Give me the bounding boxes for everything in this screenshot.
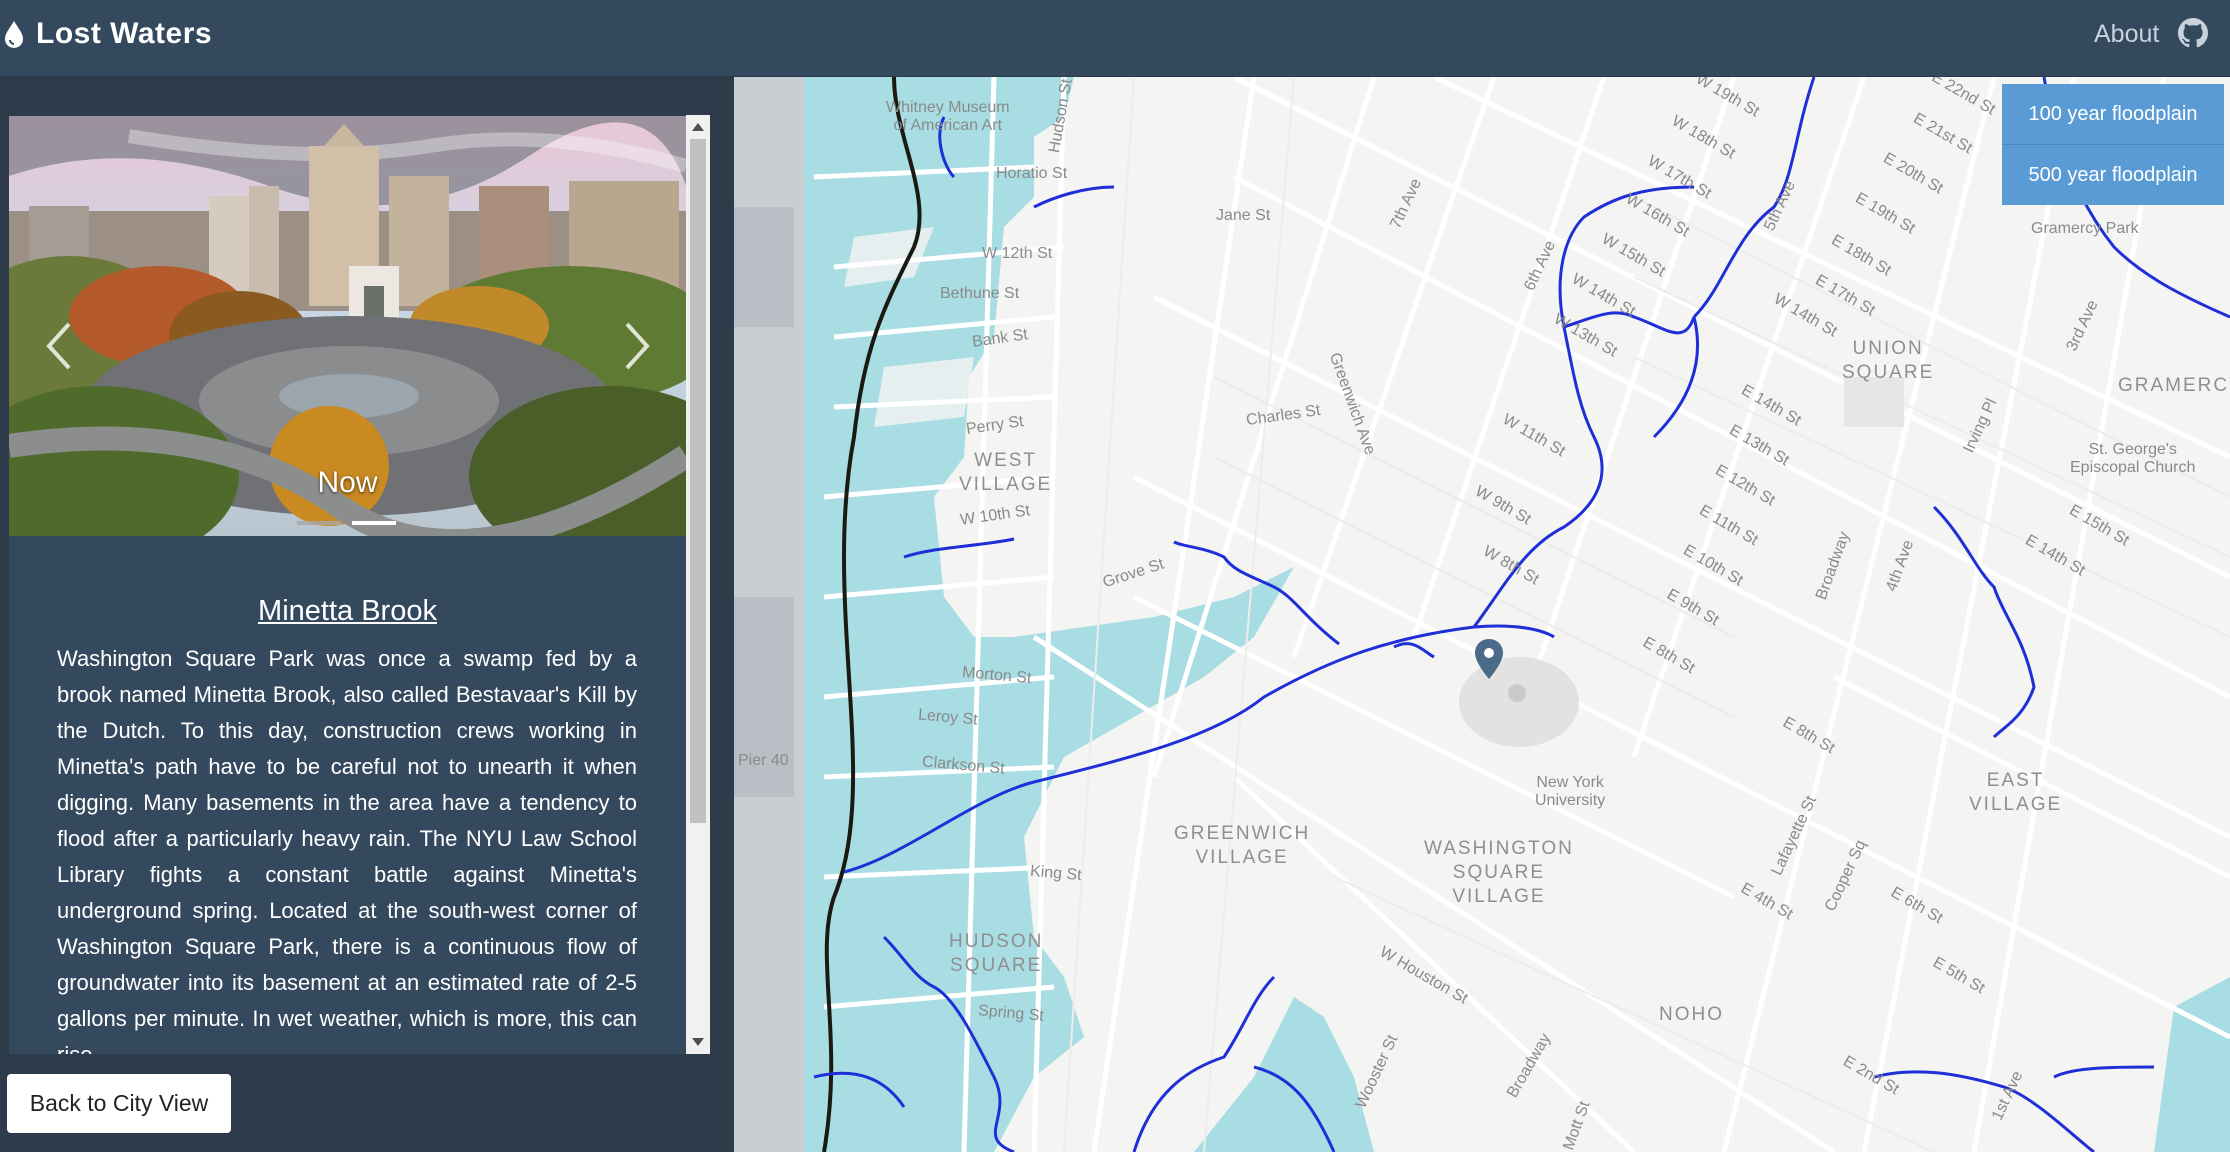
district-washington-square-village: WASHINGTON SQUARE VILLAGE <box>1424 838 1574 907</box>
floodplain-500-button[interactable]: 500 year floodplain <box>2002 145 2224 205</box>
map-marker-icon[interactable] <box>1473 637 1505 681</box>
street-label: Jane St <box>1216 207 1271 224</box>
place-st-george: St. George's Episcopal Church <box>2070 441 2196 476</box>
scroll-up-icon[interactable] <box>686 115 710 139</box>
district-west-village: WEST VILLAGE <box>959 450 1053 495</box>
place-whitney: Whitney Museum of American Art <box>886 99 1010 134</box>
sidebar: Now Minetta Brook Washington Square Park… <box>0 77 734 1152</box>
about-link[interactable]: About <box>2094 20 2159 49</box>
scrollbar-thumb[interactable] <box>690 139 706 823</box>
stream-description: Washington Square Park was once a swamp … <box>57 646 637 1054</box>
navbar: Lost Waters About <box>0 0 2230 77</box>
floodplain-control: 100 year floodplain 500 year floodplain <box>2002 84 2224 205</box>
district-greenwich-village: GREENWICH VILLAGE <box>1174 823 1311 868</box>
github-icon[interactable] <box>2178 18 2208 48</box>
map[interactable]: WEST VILLAGE GREENWICH VILLAGE WASHINGTO… <box>734 77 2230 1152</box>
stream-info-panel: Now Minetta Brook Washington Square Park… <box>9 116 686 1054</box>
street-label: W 12th St <box>982 245 1053 262</box>
place-gramercy-park: Gramercy Park <box>2031 220 2139 237</box>
carousel-prev-icon[interactable] <box>41 316 77 376</box>
scroll-down-icon[interactable] <box>686 1030 710 1054</box>
carousel-next-icon[interactable] <box>619 316 655 376</box>
place-pier-40: Pier 40 <box>738 752 789 769</box>
district-hudson-square: HUDSON SQUARE <box>949 931 1044 976</box>
street-label: Horatio St <box>996 165 1068 182</box>
district-east-village: EAST VILLAGE <box>1969 770 2063 815</box>
app-title: Lost Waters <box>36 17 213 50</box>
water-drop-icon <box>5 21 23 48</box>
district-union-square: UNION SQUARE <box>1842 338 1935 383</box>
place-nyu: New York University <box>1535 774 1606 809</box>
image-carousel[interactable]: Now <box>9 116 686 536</box>
map-canvas <box>734 77 2230 1152</box>
district-noho: NOHO <box>1659 1004 1724 1025</box>
back-to-city-view-button[interactable]: Back to City View <box>7 1074 231 1133</box>
panel-scrollbar[interactable] <box>686 115 710 1054</box>
carousel-caption: Now <box>317 466 378 499</box>
carousel-indicator-2[interactable] <box>352 521 396 525</box>
stream-title-link[interactable]: Minetta Brook <box>9 595 686 628</box>
district-gramercy: GRAMERCY <box>2118 375 2230 396</box>
floodplain-100-button[interactable]: 100 year floodplain <box>2002 84 2224 145</box>
carousel-indicator-1[interactable] <box>297 521 341 525</box>
street-label: Bethune St <box>940 285 1020 302</box>
brand-link[interactable]: Lost Waters <box>2 14 212 54</box>
